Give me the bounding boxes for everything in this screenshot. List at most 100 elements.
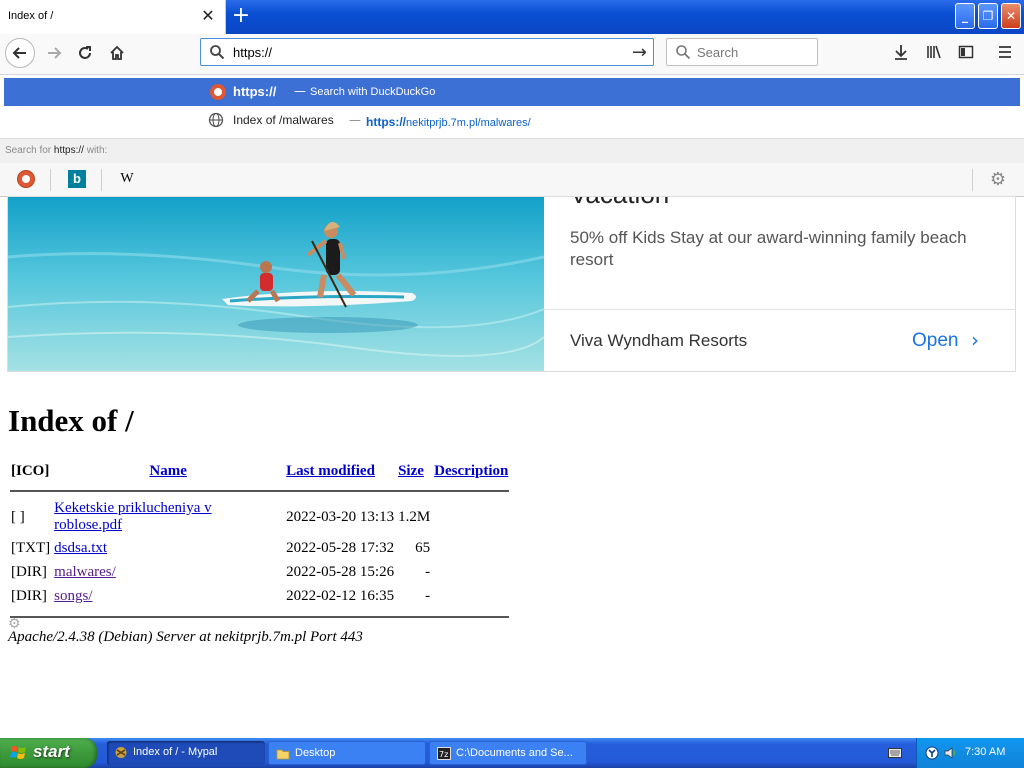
ad-description: 50% off Kids Stay at our award-winning f… <box>570 228 967 269</box>
search-input[interactable]: Search <box>697 45 738 60</box>
reload-button[interactable] <box>70 38 100 68</box>
7zip-icon: 7z <box>437 747 451 760</box>
ad-banner[interactable]: Vacation 50% off Kids Stay at our award-… <box>7 196 1016 372</box>
column-header-description: Description <box>433 462 509 481</box>
close-window-button[interactable]: ✕ <box>1001 3 1021 29</box>
search-for-prefix: Search for <box>5 145 52 156</box>
taskbar: start Index of / - Mypal Desktop 7z C:\D… <box>0 738 1024 768</box>
row-icon: [ ] <box>11 508 25 525</box>
back-arrow-icon <box>12 47 26 59</box>
tab-index[interactable]: Index of / ✕ <box>0 0 226 34</box>
bing-engine-icon[interactable]: b <box>68 170 86 188</box>
windows-logo-icon <box>10 746 26 759</box>
search-bar[interactable]: Search <box>666 38 818 66</box>
forward-button[interactable] <box>39 38 69 68</box>
table-row: [DIR] songs/ 2022-02-12 16:35 - <box>10 585 509 607</box>
suggestion-url-scheme: https:// <box>366 115 406 129</box>
minimize-button[interactable]: _ <box>955 3 975 29</box>
suggestion-dash: — <box>294 84 306 98</box>
nav-toolbar: https:// → Search <box>0 34 1024 75</box>
start-button[interactable]: start <box>0 738 97 768</box>
suggestion-search-duckduckgo[interactable]: https:// — Search with DuckDuckGo <box>4 78 1020 106</box>
file-link[interactable]: Keketskie priklucheniya v roblose.pdf <box>54 500 211 533</box>
clock: 7:30 AM <box>965 746 1006 758</box>
horizontal-rule <box>10 489 510 492</box>
server-signature: Apache/2.4.38 (Debian) Server at nekitpr… <box>8 629 363 645</box>
menu-icon[interactable] <box>994 41 1016 63</box>
volume-icon[interactable] <box>943 746 957 760</box>
row-name: Keketskie priklucheniya v roblose.pdf <box>53 499 283 535</box>
home-icon <box>110 45 124 60</box>
column-header-size: Size <box>397 462 431 481</box>
row-description <box>433 585 509 607</box>
sort-by-size-link[interactable]: Size <box>398 463 424 479</box>
ad-title: Vacation <box>570 197 669 210</box>
sort-by-description-link[interactable]: Description <box>434 463 508 479</box>
row-modified: 2022-03-20 13:13 <box>286 508 395 525</box>
start-label: start <box>33 742 70 761</box>
row-name: songs/ <box>53 585 283 607</box>
row-modified: 2022-05-28 17:32 <box>286 539 395 556</box>
url-suggestions-dropdown: https:// — Search with DuckDuckGo Index … <box>0 75 1024 197</box>
search-engines-bar: b W ⚙ <box>0 163 1024 196</box>
download-icon[interactable] <box>890 41 912 63</box>
table-row: [TXT] dsdsa.txt 2022-05-28 17:32 65 <box>10 537 509 559</box>
search-for-query: https:// <box>53 145 84 156</box>
ad-open-button[interactable]: Open <box>912 330 958 352</box>
back-button[interactable] <box>5 38 35 68</box>
folder-link[interactable]: songs/ <box>54 588 92 604</box>
go-arrow-icon[interactable]: → <box>632 42 647 63</box>
engine-separator <box>972 169 973 191</box>
directory-listing-table: [ICO] Name Last modified Size Descriptio… <box>8 460 511 625</box>
row-size: - <box>425 587 431 604</box>
chevron-right-icon: › <box>971 328 979 352</box>
tab-close-icon[interactable]: ✕ <box>201 6 215 26</box>
taskbar-item-mypal[interactable]: Index of / - Mypal <box>107 741 265 765</box>
engine-separator <box>101 169 102 191</box>
forward-arrow-icon <box>48 47 62 59</box>
folder-link[interactable]: malwares/ <box>54 564 116 580</box>
file-link[interactable]: dsdsa.txt <box>54 540 107 556</box>
row-icon: [DIR] <box>11 563 47 580</box>
row-description <box>433 537 509 559</box>
keyboard-icon[interactable] <box>888 748 902 758</box>
column-header-last-modified: Last modified <box>285 462 395 481</box>
ad-photo <box>8 197 544 371</box>
suggestion-url: https://nekitprjb.7m.pl/malwares/ <box>366 115 531 129</box>
sort-by-modified-link[interactable]: Last modified <box>286 463 375 479</box>
system-tray: 7:30 AM <box>916 738 1024 768</box>
new-tab-button[interactable]: + <box>228 3 254 29</box>
ad-divider <box>544 309 1015 310</box>
suggestion-url-path: nekitprjb.7m.pl/malwares/ <box>406 117 531 129</box>
sidebar-icon[interactable] <box>955 41 977 63</box>
library-icon[interactable] <box>923 41 945 63</box>
sort-by-name-link[interactable]: Name <box>149 463 187 479</box>
row-description <box>433 561 509 583</box>
row-description <box>433 499 509 535</box>
row-name: malwares/ <box>53 561 283 583</box>
taskbar-item-desktop[interactable]: Desktop <box>268 741 426 765</box>
column-header-icon: [ICO] <box>11 463 50 479</box>
svg-text:7z: 7z <box>439 750 448 759</box>
tray-app-icon[interactable] <box>925 746 939 760</box>
suggestion-history-malwares[interactable]: Index of /malwares — https://nekitprjb.7… <box>4 107 1020 135</box>
column-header-name: Name <box>53 462 283 481</box>
title-bar: Index of / ✕ + _ ❐ ✕ <box>0 0 1024 34</box>
row-icon: [TXT] <box>11 539 51 556</box>
row-size: - <box>425 563 431 580</box>
search-settings-gear-icon[interactable]: ⚙ <box>988 170 1008 190</box>
duckduckgo-engine-icon[interactable] <box>17 170 35 188</box>
search-icon <box>676 45 691 60</box>
suggestion-query: https:// <box>233 84 277 99</box>
row-icon: [DIR] <box>11 587 47 604</box>
url-input[interactable]: https:// <box>233 45 272 60</box>
url-bar[interactable]: https:// → <box>200 38 654 66</box>
home-button[interactable] <box>102 38 132 68</box>
taskbar-item-7zip[interactable]: 7z C:\Documents and Se... <box>429 741 587 765</box>
tab-title: Index of / <box>8 10 54 22</box>
search-for-suffix: with: <box>86 145 108 156</box>
table-divider-row <box>10 483 510 497</box>
wikipedia-engine-icon[interactable]: W <box>118 170 136 188</box>
suggestion-title: Index of /malwares <box>233 113 334 127</box>
restore-button[interactable]: ❐ <box>978 3 998 29</box>
